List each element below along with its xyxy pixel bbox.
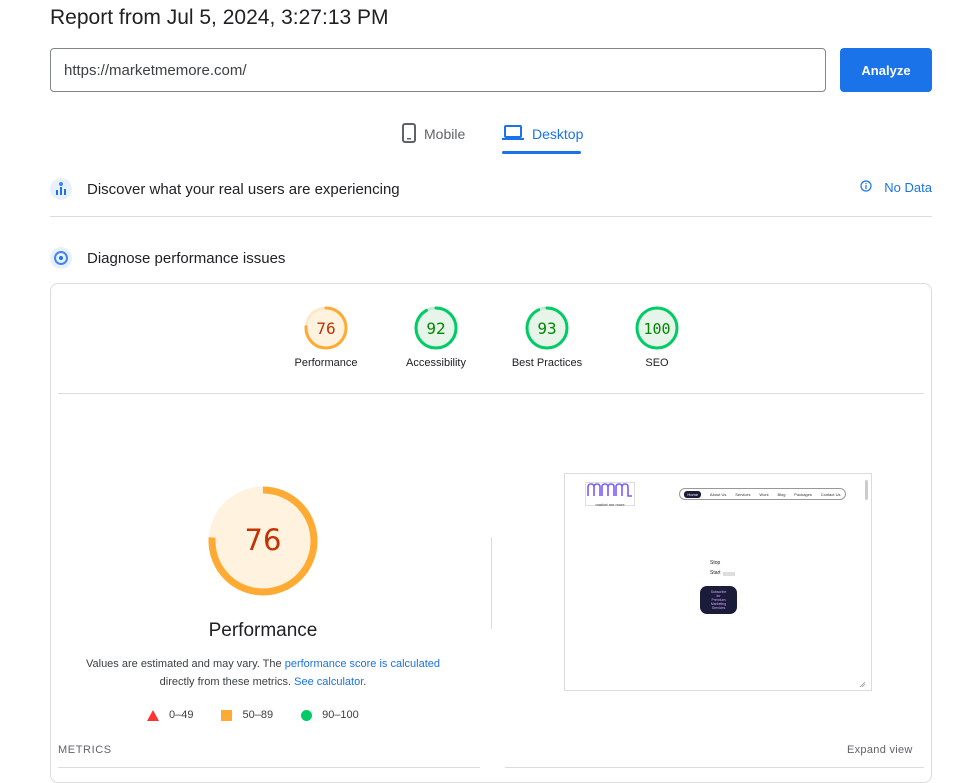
gauge-score-seo: 100 [643, 320, 670, 338]
score-gauge-best-practices[interactable]: 93 Best Practices [497, 305, 597, 369]
resize-handle-icon [859, 681, 866, 688]
gauge-ring-accessibility: 92 [414, 306, 458, 350]
legend-label-fail: 0–49 [169, 709, 194, 721]
gauge-score-best-practices: 93 [537, 319, 556, 338]
tab-mobile-label: Mobile [424, 126, 466, 142]
no-data-label: No Data [884, 180, 932, 195]
site-hero-line: Stop [710, 560, 721, 566]
triangle-icon [147, 709, 159, 721]
legend-label-average: 50–89 [242, 709, 274, 721]
section-divider [50, 216, 932, 217]
site-hero-line: Start [710, 570, 721, 576]
score-calc-link[interactable]: performance score is calculated [285, 658, 440, 670]
site-scrollbar [865, 480, 868, 500]
site-logo: market me more [585, 482, 635, 507]
diagnose-icon [50, 247, 72, 269]
report-title: Report from Jul 5, 2024, 3:27:13 PM [50, 6, 389, 29]
analyze-button[interactable]: Analyze [840, 48, 932, 92]
metrics-label: METRICS [58, 744, 112, 756]
desc-middle: directly from these metrics. [159, 676, 295, 688]
tab-mobile[interactable]: Mobile [402, 115, 465, 153]
desc-prefix: Values are estimated and may vary. The [85, 658, 285, 670]
performance-title: Performance [208, 620, 318, 641]
performance-description: Values are estimated and may vary. The p… [75, 655, 451, 691]
gauges-divider [58, 393, 924, 394]
score-gauge-performance[interactable]: 76 Performance [276, 305, 376, 369]
site-nav-item: Packages [794, 491, 812, 497]
square-icon [221, 709, 233, 721]
desc-suffix: . [363, 676, 367, 688]
url-input[interactable] [50, 48, 826, 92]
site-cta-line: Services [711, 606, 726, 610]
gauge-ring-best-practices: 93 [525, 306, 569, 350]
site-hero-box [723, 572, 735, 576]
legend-item-average: 50–89 [221, 709, 273, 721]
metrics-divider [58, 767, 480, 768]
gauge-label-accessibility: Accessibility [406, 357, 466, 369]
gauge-label-best-practices: Best Practices [511, 357, 583, 369]
score-gauge-accessibility[interactable]: 92 Accessibility [386, 305, 486, 369]
score-gauge-seo[interactable]: 100 SEO [607, 305, 707, 369]
metrics-divider-right [505, 767, 924, 768]
site-nav-item: Home [684, 490, 702, 498]
diagnose-title: Diagnose performance issues [87, 249, 286, 267]
see-calculator-link[interactable]: See calculator [294, 676, 363, 688]
expand-view-button[interactable]: Expand view [847, 744, 913, 756]
site-logo-mark [587, 483, 632, 497]
page-screenshot: market me more Home About Us Services Wo… [564, 473, 872, 691]
crux-section-header: Discover what your real users are experi… [50, 174, 932, 204]
phone-icon [402, 122, 416, 146]
gauge-label-seo: SEO [645, 357, 669, 369]
site-nav: Home About Us Services Work Blog Package… [679, 488, 846, 500]
diagnose-section-header: Diagnose performance issues [50, 243, 932, 273]
site-cta-button: Subscribe for Premium Marketing Services [700, 586, 737, 614]
performance-big-gauge: 76 [208, 486, 318, 596]
site-nav-item: About Us [709, 491, 727, 497]
no-data-link[interactable]: No Data [860, 180, 932, 195]
gauge-score-performance: 76 [316, 319, 335, 338]
site-nav-item: Contact Us [820, 491, 841, 497]
vertical-divider [491, 537, 492, 629]
circle-icon [301, 709, 313, 721]
score-legend: 0–49 50–89 90–100 [147, 709, 387, 721]
site-nav-item: Services [735, 491, 751, 497]
legend-item-fail: 0–49 [147, 709, 193, 721]
performance-big-score: 76 [245, 523, 282, 557]
site-nav-item: Blog [777, 491, 786, 497]
site-nav-item: Work [759, 491, 769, 497]
info-icon [860, 180, 872, 195]
legend-label-pass: 90–100 [322, 709, 359, 721]
gauge-label-performance: Performance [294, 357, 358, 369]
tab-desktop[interactable]: Desktop [502, 115, 583, 153]
gauge-ring-performance: 76 [304, 306, 348, 350]
gauge-score-accessibility: 92 [426, 319, 445, 338]
laptop-icon [502, 124, 524, 144]
crux-title: Discover what your real users are experi… [87, 180, 400, 198]
site-logo-text: market me more [595, 502, 625, 507]
legend-item-pass: 90–100 [301, 709, 359, 721]
tab-desktop-label: Desktop [532, 126, 584, 142]
users-chart-icon [50, 178, 72, 200]
active-tab-indicator [502, 151, 581, 154]
gauge-ring-seo: 100 [635, 306, 679, 350]
